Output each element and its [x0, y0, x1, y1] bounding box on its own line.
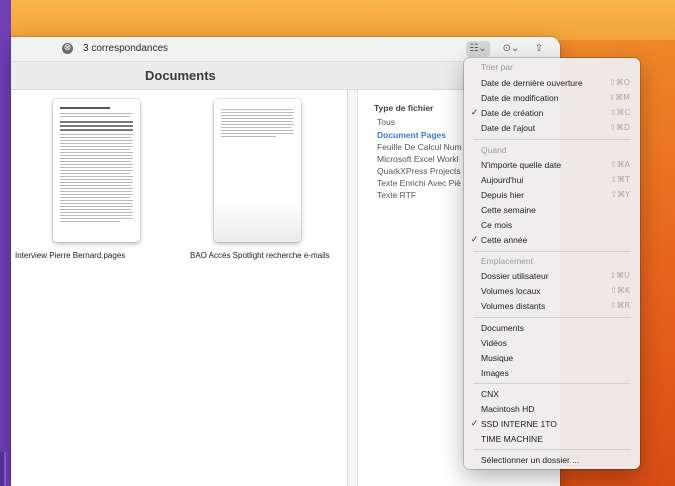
menu-shortcut: ⇧⌘T [610, 175, 630, 184]
menu-item-remote-volumes[interactable]: Volumes distants [481, 301, 545, 311]
menu-item-music[interactable]: Musique [481, 353, 513, 363]
menu-item-images[interactable]: Images [481, 368, 509, 378]
menu-item-cnx[interactable]: CNX [481, 389, 499, 399]
menu-shortcut: ⇧⌘U [609, 271, 630, 280]
menu-separator [473, 383, 631, 384]
menu-item-videos[interactable]: Vidéos [481, 338, 507, 348]
menu-item-documents[interactable]: Documents [481, 323, 524, 333]
sort-dropdown-menu: Trier par Date de dernière ouverture ⇧⌘O… [464, 58, 640, 469]
menu-item-this-week[interactable]: Cette semaine [481, 205, 536, 215]
menu-shortcut: ⇧⌘C [609, 108, 630, 117]
filter-title: Type de fichier [374, 103, 434, 113]
menu-item-ssd-interne[interactable]: SSD INTERNE 1TO [481, 419, 557, 429]
menu-header-location: Emplacement [481, 256, 533, 266]
checkmark-icon: ✓ [471, 108, 479, 118]
menu-item-last-opened[interactable]: Date de dernière ouverture [481, 78, 583, 88]
filter-option-rtfd[interactable]: Texte Enrichi Avec Piè [377, 178, 461, 188]
menu-shortcut: ⇧⌘O [609, 78, 630, 87]
menu-item-created[interactable]: Date de création [481, 108, 543, 118]
menu-item-modified[interactable]: Date de modification [481, 93, 559, 103]
menu-item-local-volumes[interactable]: Volumes locaux [481, 286, 541, 296]
menu-separator [473, 317, 631, 318]
filter-option-excel[interactable]: Microsoft Excel Workl [377, 154, 459, 164]
menu-item-this-month[interactable]: Ce mois [481, 220, 512, 230]
more-options-icon[interactable]: ⊙⌄ [499, 41, 523, 57]
side-panel-handle[interactable] [0, 452, 6, 486]
menu-shortcut: ⇧⌘D [609, 123, 630, 132]
filter-option-all[interactable]: Tous [377, 117, 395, 127]
menu-shortcut: ⇧⌘Y [610, 190, 630, 199]
menu-item-user-folder[interactable]: Dossier utilisateur [481, 271, 549, 281]
pane-gutter [348, 90, 358, 486]
file-name[interactable]: Interview Pierre Bernard.pages [15, 251, 125, 260]
desktop-side-panel [0, 0, 11, 486]
filter-option-numbers[interactable]: Feuille De Calcul Num [377, 142, 462, 152]
filter-option-quarkxpress[interactable]: QuarkXPress Projects [377, 166, 461, 176]
window-title: Documents [145, 68, 216, 83]
match-count: 3 correspondances [83, 43, 169, 54]
menu-header-sort: Trier par [481, 62, 513, 72]
menu-shortcut: ⇧⌘R [609, 301, 630, 310]
menu-separator [473, 139, 631, 140]
file-name[interactable]: BAO Accès Spotlight recherche e-mails [190, 251, 330, 260]
menu-item-added[interactable]: Date de l'ajout [481, 123, 535, 133]
menu-item-any-date[interactable]: N'importe quelle date [481, 160, 561, 170]
desktop-top-band [0, 0, 675, 40]
menu-shortcut: ⇧⌘M [608, 93, 630, 102]
file-thumbnail[interactable] [214, 99, 301, 242]
file-thumbnail[interactable] [53, 99, 140, 242]
sort-options-icon[interactable]: ☷⌄ [466, 41, 490, 57]
checkmark-icon: ✓ [471, 419, 479, 429]
share-icon[interactable]: ⇧ [531, 41, 547, 57]
menu-item-select-folder[interactable]: Sélectionner un dossier ... [481, 455, 579, 465]
menu-item-this-year[interactable]: Cette année [481, 235, 527, 245]
menu-shortcut: ⇧⌘A [609, 160, 630, 169]
checkmark-icon: ✓ [471, 235, 479, 245]
menu-separator [473, 251, 631, 252]
menu-item-today[interactable]: Aujourd'hui [481, 175, 523, 185]
filter-option-pages[interactable]: Document Pages [377, 130, 446, 140]
clear-search-icon[interactable]: ⊗ [62, 43, 73, 54]
menu-separator [473, 449, 631, 450]
menu-header-when: Quand [481, 145, 507, 155]
menu-item-since-yesterday[interactable]: Depuis hier [481, 190, 524, 200]
menu-shortcut: ⇧⌘K [610, 286, 630, 295]
menu-item-macintosh-hd[interactable]: Macintosh HD [481, 404, 534, 414]
menu-item-time-machine[interactable]: TIME MACHINE [481, 434, 543, 444]
file-grid: Interview Pierre Bernard.pages BAO Accès… [11, 90, 347, 486]
filter-option-rtf[interactable]: Texte RTF [377, 190, 416, 200]
